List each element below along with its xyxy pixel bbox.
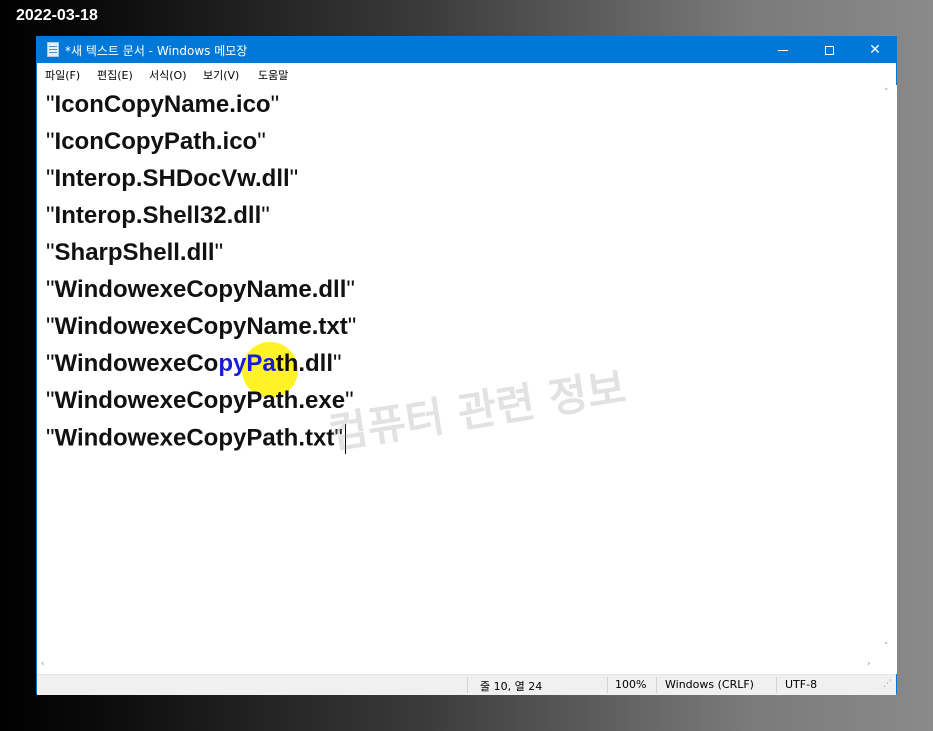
status-separator xyxy=(776,677,777,693)
vertical-scrollbar[interactable]: ˄ ˅ xyxy=(880,85,897,657)
window-title: *새 텍스트 문서 - Windows 메모장 xyxy=(65,44,248,58)
scroll-down-icon[interactable]: ˅ xyxy=(884,643,889,652)
selected-text: pyPa xyxy=(218,350,276,377)
menu-format[interactable]: 서식(O) xyxy=(149,67,186,83)
minimize-icon xyxy=(778,49,788,51)
text-line: "IconCopyName.ico" xyxy=(46,91,280,118)
menu-help[interactable]: 도움말 xyxy=(258,67,288,83)
menu-file[interactable]: 파일(F) xyxy=(45,67,80,83)
status-separator xyxy=(607,677,608,693)
text-editor[interactable]: "IconCopyName.ico" "IconCopyPath.ico" "I… xyxy=(37,85,880,657)
minimize-button[interactable] xyxy=(760,37,806,63)
date-stamp: 2022-03-18 xyxy=(16,7,98,24)
text-line: "WindowexeCopyPath.txt" xyxy=(46,424,346,454)
text-line: "WindowexeCopyPath.exe" xyxy=(46,387,354,414)
menu-bar: 파일(F) 편집(E) 서식(O) 보기(V) 도움말 xyxy=(37,63,896,85)
status-separator xyxy=(467,677,468,693)
text-line-selected: "WindowexeCopyPath.dll" xyxy=(46,350,342,377)
watermark: 컴퓨터 관련 정보 xyxy=(325,362,630,459)
scrollbar-corner xyxy=(880,657,897,674)
notepad-icon xyxy=(47,42,59,57)
scroll-left-icon[interactable]: ‹ xyxy=(41,660,45,669)
status-bar: 줄 10, 열 24 100% Windows (CRLF) UTF-8 ⋰ xyxy=(37,674,896,695)
cursor-position: 줄 10, 열 24 xyxy=(480,680,543,693)
resize-grip-icon[interactable]: ⋰ xyxy=(883,679,892,689)
menu-edit[interactable]: 편집(E) xyxy=(97,67,133,83)
encoding: UTF-8 xyxy=(785,678,818,691)
close-button[interactable]: ✕ xyxy=(852,37,898,63)
notepad-window: *새 텍스트 문서 - Windows 메모장 ✕ 파일(F) 편집(E) 서식… xyxy=(36,36,897,695)
text-line: "WindowexeCopyName.txt" xyxy=(46,313,357,340)
menu-view[interactable]: 보기(V) xyxy=(203,67,239,83)
scroll-up-icon[interactable]: ˄ xyxy=(884,89,889,98)
close-icon: ✕ xyxy=(869,42,881,58)
scroll-right-icon[interactable]: › xyxy=(867,660,871,669)
text-line: "IconCopyPath.ico" xyxy=(46,128,266,155)
line-ending: Windows (CRLF) xyxy=(665,678,754,691)
text-line: "WindowexeCopyName.dll" xyxy=(46,276,355,303)
maximize-icon xyxy=(824,45,834,55)
title-bar[interactable]: *새 텍스트 문서 - Windows 메모장 ✕ xyxy=(37,37,896,63)
status-separator xyxy=(656,677,657,693)
maximize-button[interactable] xyxy=(806,37,852,63)
text-line: "Interop.SHDocVw.dll" xyxy=(46,165,299,192)
text-line: "SharpShell.dll" xyxy=(46,239,224,266)
text-line: "Interop.Shell32.dll" xyxy=(46,202,270,229)
zoom-level: 100% xyxy=(615,678,647,691)
horizontal-scrollbar[interactable]: ‹ › xyxy=(37,657,880,674)
